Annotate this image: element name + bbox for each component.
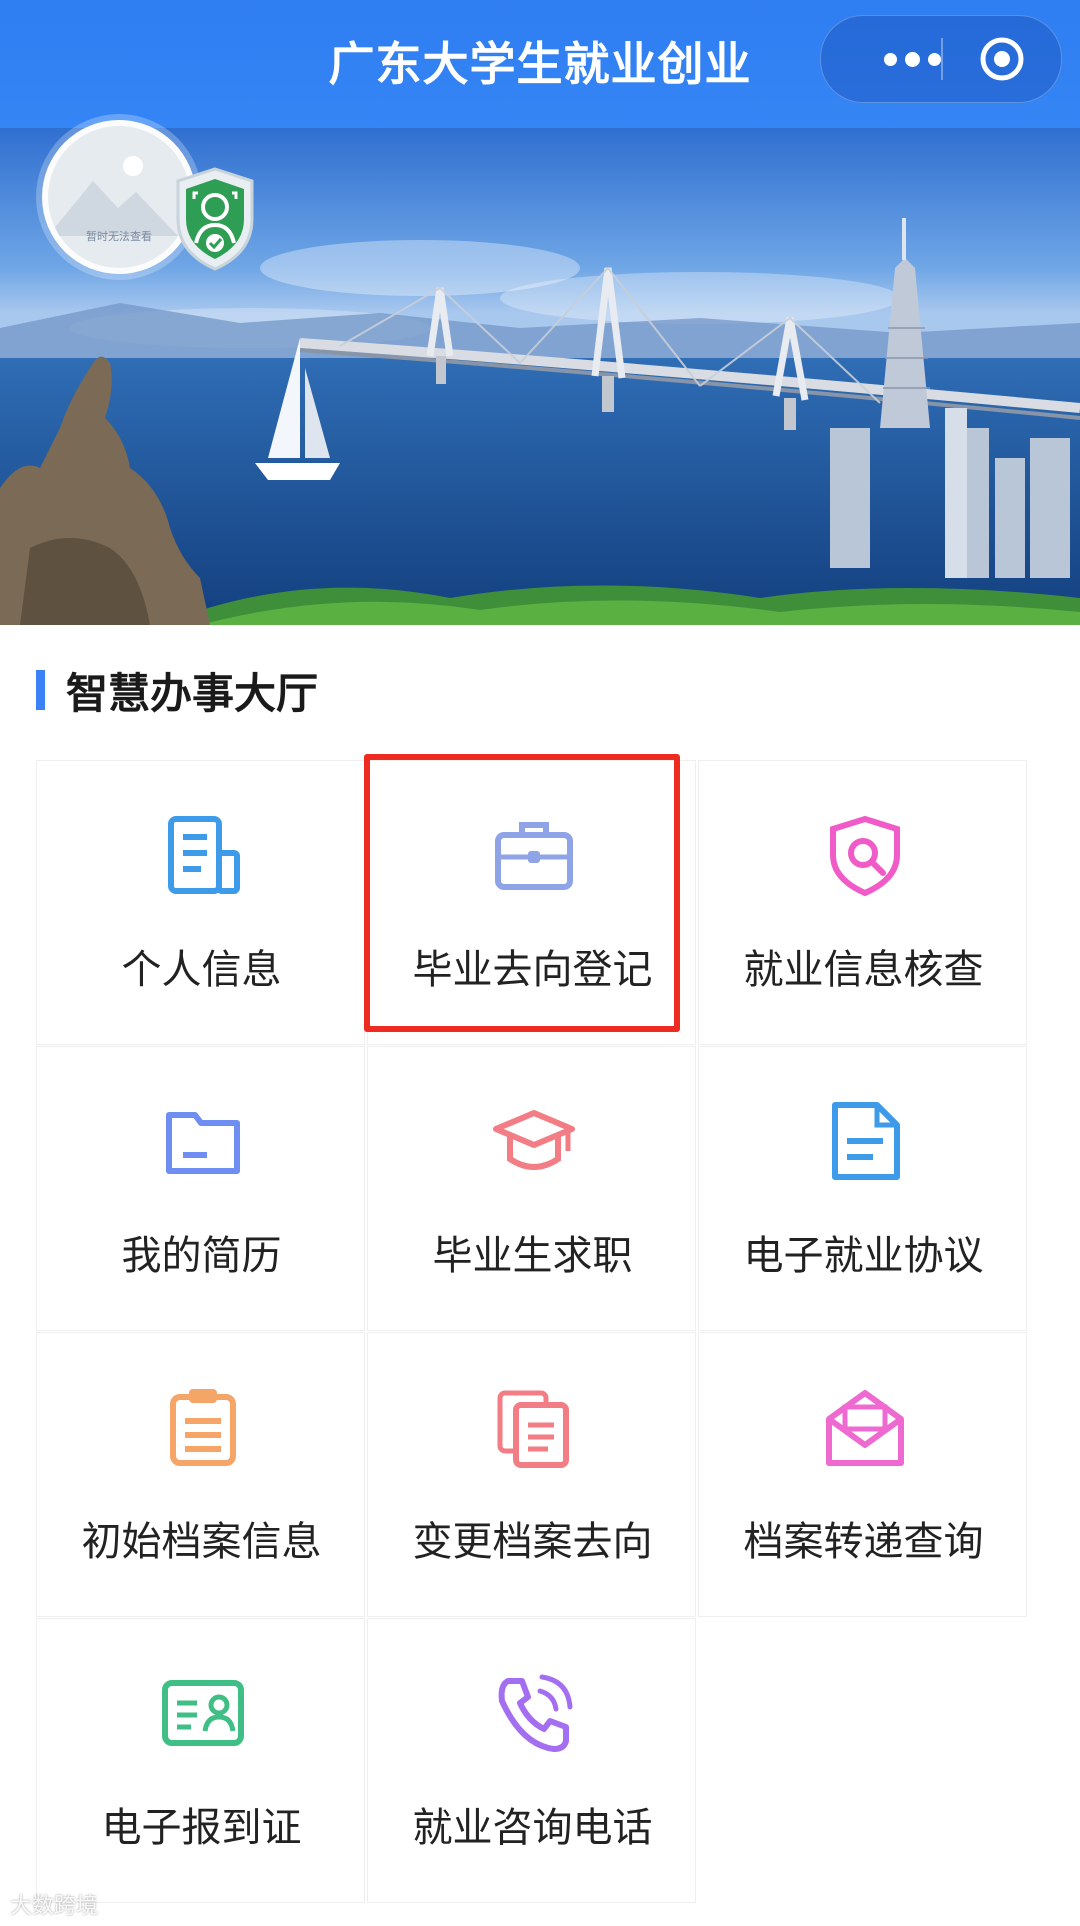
service-label: 档案转递查询 — [743, 1519, 984, 1565]
avatar-caption: 暂时无法查看 — [86, 230, 152, 243]
service-grid: 个人信息 毕业去向登记 就业信息核查 我的简历 毕业生求职 电子就业协议 初始档… — [36, 760, 1028, 1904]
service-change-archive[interactable]: 变更档案去向 — [367, 1332, 696, 1617]
service-graduation-destination[interactable]: 毕业去向登记 — [367, 760, 696, 1045]
clipboard-icon — [170, 1389, 236, 1466]
phone-call-icon — [498, 1674, 573, 1752]
section-accent-bar — [36, 670, 45, 710]
service-my-resume[interactable]: 我的简历 — [36, 1046, 365, 1331]
section-title: 智慧办事大厅 — [66, 669, 319, 718]
service-e-report-certificate[interactable]: 电子报到证 — [36, 1618, 365, 1903]
service-archive-transfer-query[interactable]: 档案转递查询 — [698, 1332, 1027, 1617]
service-initial-archive[interactable]: 初始档案信息 — [36, 1332, 365, 1617]
service-consultation-phone[interactable]: 就业咨询电话 — [367, 1618, 696, 1903]
empty-cell — [698, 1618, 1027, 1903]
service-label: 就业咨询电话 — [412, 1805, 653, 1851]
file-icon — [832, 1102, 900, 1180]
service-label: 初始档案信息 — [81, 1519, 322, 1565]
service-label: 就业信息核查 — [743, 947, 984, 993]
verified-shield-icon — [176, 167, 254, 271]
folder-icon — [166, 1112, 240, 1174]
service-label: 个人信息 — [121, 947, 282, 993]
document-icon — [168, 816, 240, 894]
service-label: 电子就业协议 — [743, 1233, 984, 1279]
capsule-divider — [941, 38, 943, 80]
service-personal-info[interactable]: 个人信息 — [36, 760, 365, 1045]
mail-open-icon — [826, 1390, 904, 1466]
service-label: 变更档案去向 — [412, 1519, 653, 1565]
service-graduate-job-search[interactable]: 毕业生求职 — [367, 1046, 696, 1331]
mini-program-capsule — [820, 15, 1062, 103]
service-employment-check[interactable]: 就业信息核查 — [698, 760, 1027, 1045]
more-dots-icon[interactable] — [857, 16, 967, 102]
id-card-icon — [162, 1680, 244, 1746]
graduation-cap-icon — [493, 1110, 575, 1170]
target-circle-icon[interactable] — [978, 35, 1026, 83]
service-label: 毕业去向登记 — [412, 947, 653, 993]
watermark: 大数跨境 — [10, 1894, 99, 1919]
service-label: 毕业生求职 — [432, 1233, 633, 1279]
service-label: 我的简历 — [121, 1233, 282, 1279]
files-stack-icon — [497, 1390, 569, 1468]
service-label: 电子报到证 — [101, 1805, 302, 1851]
service-e-agreement[interactable]: 电子就业协议 — [698, 1046, 1027, 1331]
shield-search-icon — [830, 815, 900, 897]
briefcase-icon — [495, 822, 573, 890]
app-header: 广东大学生就业创业 — [0, 0, 1080, 128]
